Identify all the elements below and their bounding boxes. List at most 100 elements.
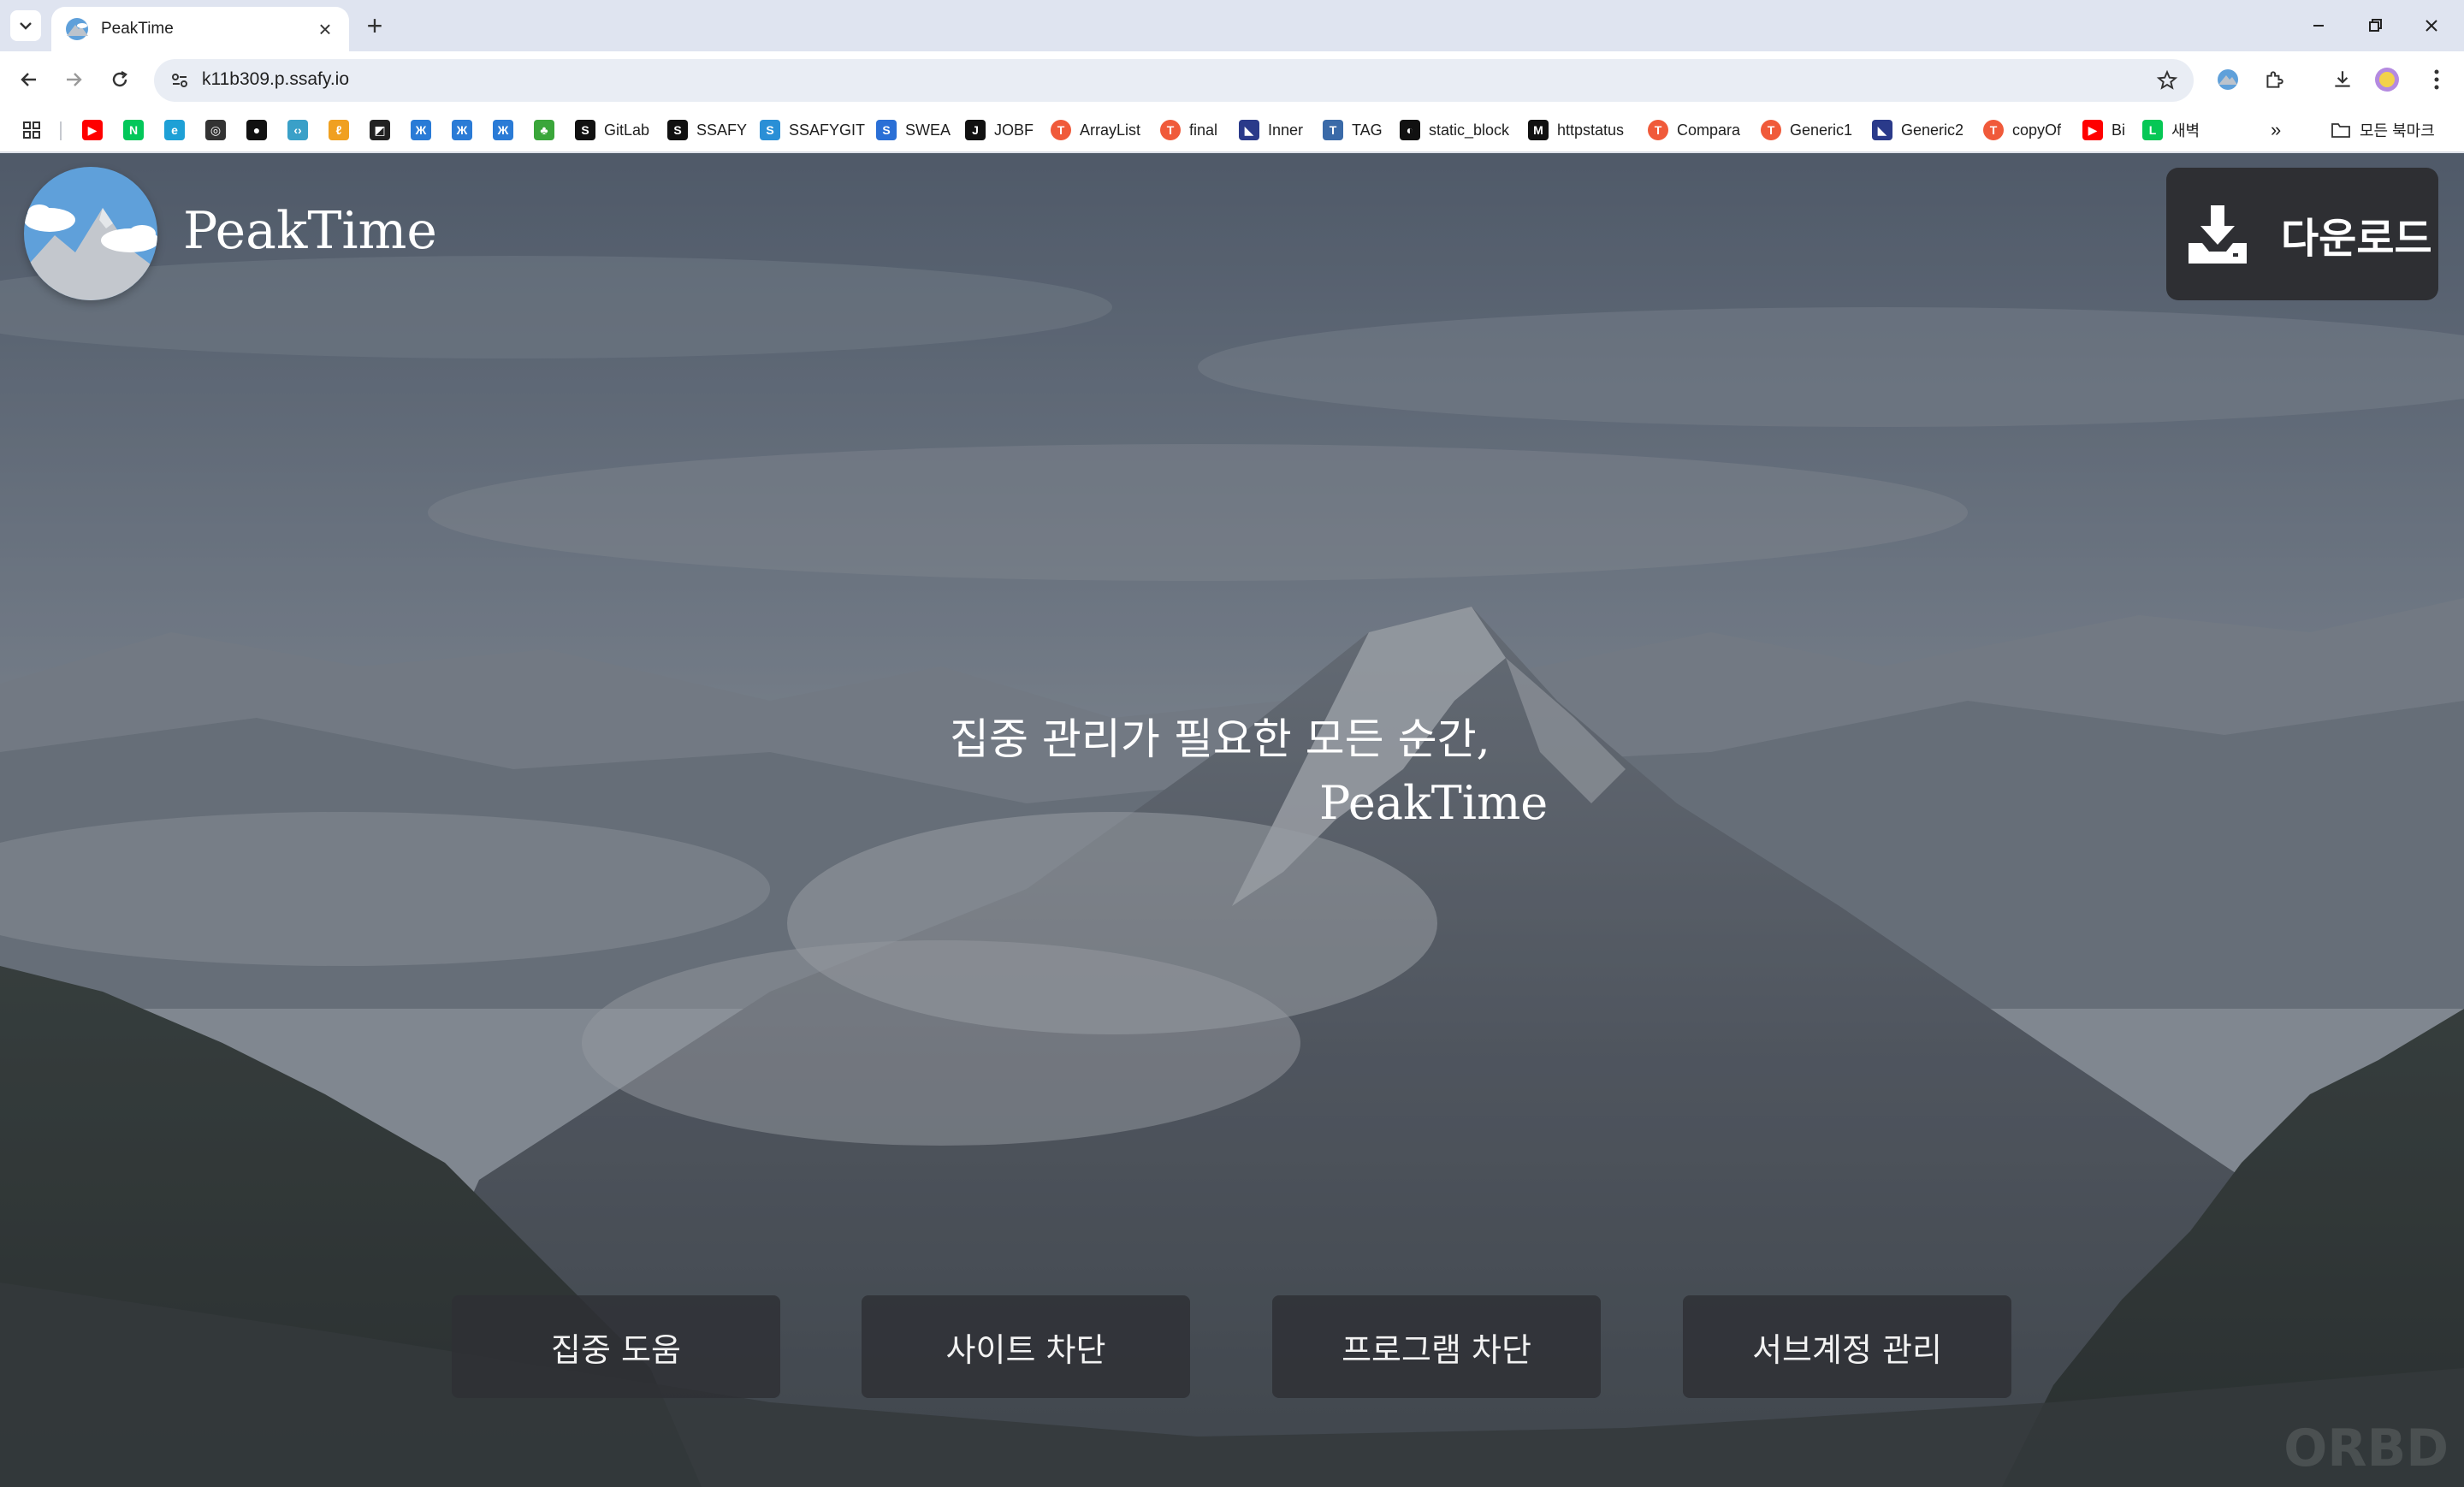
bookmark-item[interactable]: S SSAFYGIT	[760, 117, 865, 143]
bookmark-item[interactable]: Ж	[452, 117, 472, 143]
bookmark-item[interactable]: e	[164, 117, 185, 143]
bookmark-item[interactable]: Ж	[493, 117, 513, 143]
youtube-icon: ▶	[82, 120, 103, 140]
apps-button[interactable]	[22, 117, 41, 143]
bookmark-item[interactable]: ▶	[82, 117, 103, 143]
bookmark-item[interactable]: TcopyOf	[1983, 117, 2061, 143]
naver-icon: N	[123, 120, 144, 140]
bookmark-label: JOBF	[994, 121, 1034, 139]
download-tray-icon	[2189, 204, 2247, 264]
peaktime-landing-page: PeakTime 다운로드 집중 관리가 필요한 모든 순간, PeakTime…	[0, 153, 2464, 1487]
extensions-button[interactable]	[2259, 64, 2289, 95]
bookmark-item[interactable]: ▶ Bi	[2082, 117, 2125, 143]
bookmark-label: Compara	[1677, 121, 1741, 139]
bookmark-label: 새벽	[2171, 122, 2200, 139]
bookmark-item[interactable]: J JOBF	[965, 117, 1034, 143]
address-bar[interactable]: k11b309.p.ssafy.io	[154, 59, 2194, 102]
bookmark-item[interactable]: T Compara	[1648, 117, 1740, 143]
bookmark-item[interactable]: ‹›	[287, 117, 308, 143]
tistory-icon: T	[1983, 120, 2004, 140]
tistory-icon: T	[1051, 120, 1071, 140]
sub-account-management-button[interactable]: 서브계정 관리	[1683, 1295, 2011, 1398]
bookmark-label: copyOf	[2012, 121, 2062, 139]
bookmark-item[interactable]: T ArrayList	[1051, 117, 1140, 143]
bookmark-item[interactable]: Tfinal	[1160, 117, 1217, 143]
python-tutor-icon: ℓ	[329, 120, 349, 140]
edge-icon: e	[164, 120, 185, 140]
reload-icon	[112, 70, 127, 87]
gitlab-icon: S	[575, 120, 595, 140]
forward-button[interactable]	[55, 61, 92, 98]
active-tab[interactable]: PeakTime ×	[51, 7, 349, 51]
tune-icon	[172, 74, 187, 87]
tistory-icon: T	[1761, 120, 1781, 140]
download-button[interactable]: 다운로드	[2166, 168, 2438, 300]
url-text[interactable]: k11b309.p.ssafy.io	[202, 69, 349, 90]
hero-brand: PeakTime	[1319, 776, 1549, 830]
close-window-button[interactable]	[2406, 7, 2457, 44]
peaktime-favicon-icon	[66, 18, 88, 40]
tistory-icon: T	[1160, 120, 1181, 140]
bookmark-item[interactable]: ●	[246, 117, 267, 143]
new-tab-button[interactable]: +	[359, 10, 390, 41]
tab-close-icon[interactable]: ×	[313, 16, 337, 42]
bookmark-label: SSAFY	[696, 121, 748, 139]
ssafy-icon: S	[667, 120, 688, 140]
download-label: 다운로드	[2281, 214, 2432, 263]
more-vertical-icon	[2434, 69, 2439, 90]
bookmark-item[interactable]: S SWEA	[876, 117, 951, 143]
bookmark-item[interactable]: T TAG	[1323, 117, 1383, 143]
hero-headline: 집중 관리가 필요한 모든 순간,	[950, 714, 1490, 764]
bookmark-label: GitLab	[604, 121, 650, 139]
jobf-icon: J	[965, 120, 986, 140]
bookmark-item[interactable]: Ж	[411, 117, 431, 143]
peaktime-logo[interactable]	[24, 167, 157, 300]
tab-search-button[interactable]	[10, 10, 41, 41]
bookmark-label: Inner	[1268, 121, 1304, 139]
bookmarks-bar: ▶ Ne ◎ ● ‹› ℓ ◩ Ж Ж Ж ♣ S GitLab S SSAFY S SSAFYGIT S SWEA…	[0, 108, 2464, 152]
bookmark-item[interactable]: S SSAFY	[667, 117, 747, 143]
all-bookmarks-button[interactable]: 모든 북마크	[2331, 117, 2435, 143]
bookmark-item[interactable]: ◣ Generic2	[1872, 117, 1964, 143]
bookmark-star-button[interactable]	[2153, 66, 2182, 95]
bookmark-item[interactable]: Mhttpstatus	[1528, 117, 1624, 143]
mountain-logo-icon	[24, 167, 157, 300]
bookmark-item[interactable]: ◣ Inner	[1239, 117, 1303, 143]
restore-icon	[2369, 19, 2382, 32]
minimize-button[interactable]	[2293, 7, 2344, 44]
httpstatus-icon: M	[1528, 120, 1549, 140]
program-block-button[interactable]: 프로그램 차단	[1272, 1295, 1601, 1398]
butterfly-icon: Ж	[452, 120, 472, 140]
tab-title: PeakTime	[101, 20, 174, 38]
menu-button[interactable]	[2421, 64, 2452, 95]
butterfly-icon: Ж	[493, 120, 513, 140]
swea-icon: S	[876, 120, 897, 140]
profile-button[interactable]	[2372, 64, 2402, 95]
tag-icon: T	[1323, 120, 1343, 140]
site-block-button[interactable]: 사이트 차단	[862, 1295, 1190, 1398]
restore-button[interactable]	[2349, 7, 2401, 44]
reload-button[interactable]	[101, 61, 139, 98]
focus-help-button[interactable]: 집중 도움	[452, 1295, 780, 1398]
peaktime-extension-button[interactable]	[2212, 64, 2243, 95]
bookmark-item[interactable]: ◐ static_block	[1400, 117, 1509, 143]
brand-name[interactable]: PeakTime	[183, 201, 437, 261]
site-info-button[interactable]	[164, 65, 195, 96]
back-arrow-icon	[21, 73, 36, 86]
bookmark-item[interactable]: S GitLab	[575, 117, 649, 143]
downloads-button[interactable]	[2327, 64, 2358, 95]
clover-icon: ♣	[534, 120, 554, 140]
bookmark-item[interactable]: ℓ	[329, 117, 349, 143]
bookmark-item[interactable]: ♣	[534, 117, 554, 143]
image-watermark: ORBD	[2283, 1419, 2449, 1478]
bookmark-item[interactable]: ◩	[370, 117, 390, 143]
bookmark-label: ArrayList	[1080, 121, 1141, 139]
bookmark-item[interactable]: N	[123, 117, 144, 143]
back-button[interactable]	[10, 61, 48, 98]
bookmarks-overflow-button[interactable]: »	[2271, 117, 2281, 143]
static-block-icon: ◐	[1400, 120, 1420, 140]
bookmark-item[interactable]: L 새벽	[2142, 117, 2200, 143]
bookmark-item[interactable]: ◎	[205, 117, 226, 143]
bookmark-item[interactable]: T Generic1	[1761, 117, 1852, 143]
line-icon: L	[2142, 120, 2163, 140]
